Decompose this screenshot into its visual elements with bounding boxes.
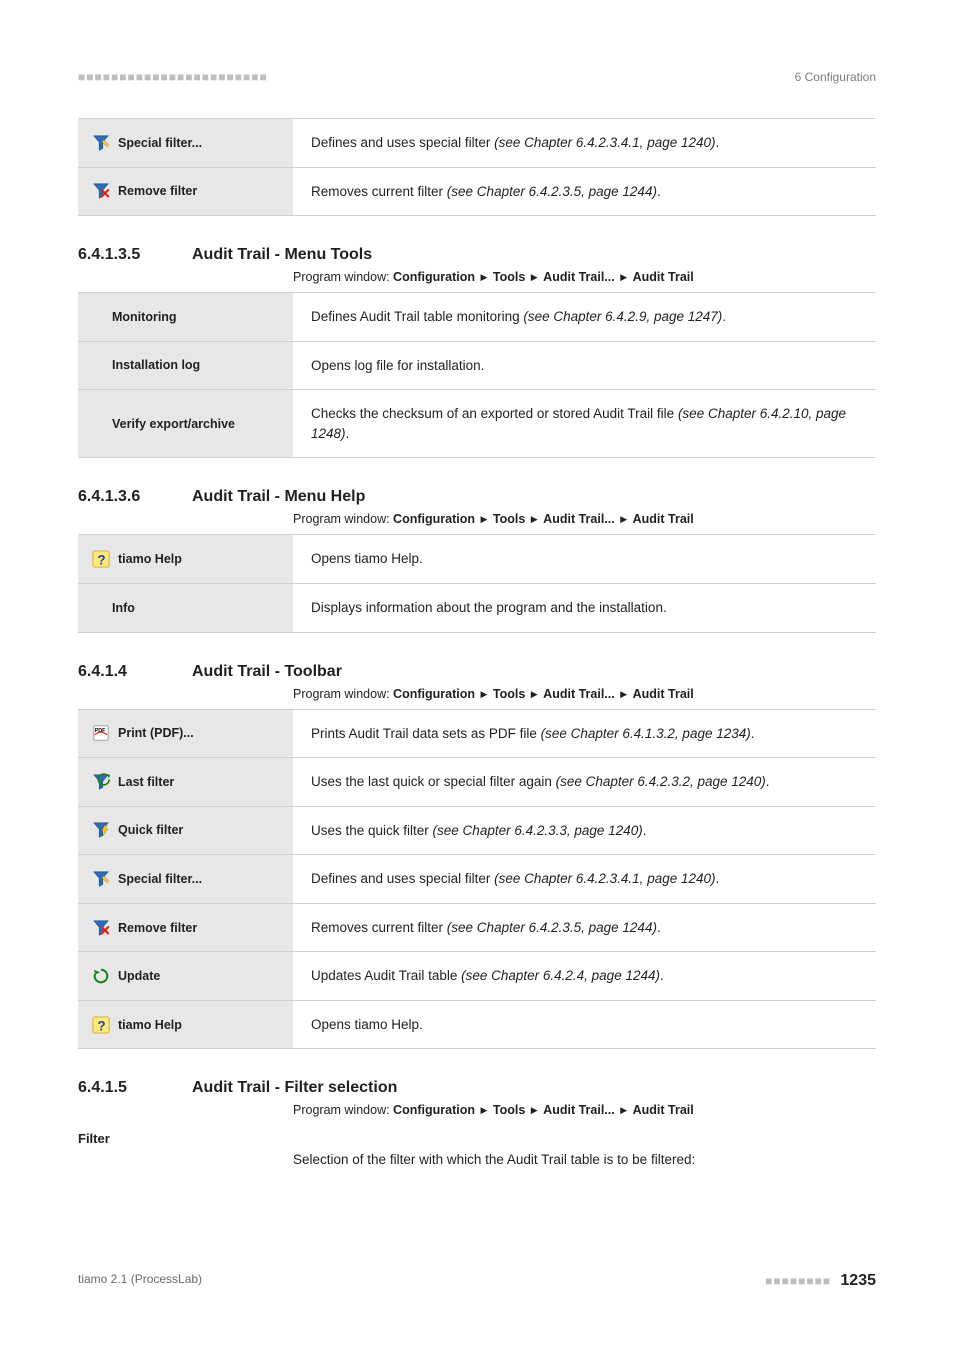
definition-table: Special filter... Defines and uses specia…	[78, 118, 876, 216]
row-label: Special filter...	[118, 872, 202, 886]
pdf-icon	[92, 724, 110, 742]
row-label: Update	[118, 969, 160, 983]
breadcrumb: Program window: Configuration ▶ Tools ▶ …	[78, 687, 876, 701]
breadcrumb: Program window: Configuration ▶ Tools ▶ …	[78, 512, 876, 526]
row-label: Remove filter	[118, 184, 197, 198]
row-label-cell: tiamo Help	[78, 535, 293, 583]
page-number: 1235	[840, 1272, 876, 1289]
table-row: Quick filter Uses the quick filter (see C…	[78, 806, 876, 855]
row-label-cell: Special filter...	[78, 119, 293, 167]
table-row: tiamo Help Opens tiamo Help.	[78, 1000, 876, 1050]
row-label: Verify export/archive	[112, 417, 235, 431]
table-row: Print (PDF)... Prints Audit Trail data se…	[78, 709, 876, 758]
section-number: 6.4.1.4	[78, 663, 164, 681]
funnel-x-icon	[92, 919, 110, 937]
help-icon	[92, 1016, 110, 1034]
section-title: Audit Trail - Filter selection	[192, 1079, 397, 1097]
row-label-cell: Print (PDF)...	[78, 710, 293, 758]
row-description: Uses the last quick or special filter ag…	[293, 758, 876, 806]
footer-product: tiamo 2.1 (ProcessLab)	[78, 1272, 202, 1290]
section-heading: 6.4.1.3.6 Audit Trail - Menu Help	[78, 488, 876, 506]
row-label: Quick filter	[118, 823, 183, 837]
breadcrumb: Program window: Configuration ▶ Tools ▶ …	[78, 1103, 876, 1117]
row-description: Checks the checksum of an exported or st…	[293, 390, 876, 457]
row-label: Special filter...	[118, 136, 202, 150]
body-text: Selection of the filter with which the A…	[78, 1152, 876, 1167]
row-description: Opens tiamo Help.	[293, 535, 876, 583]
row-description: Updates Audit Trail table (see Chapter 6…	[293, 952, 876, 1000]
row-label-cell: Update	[78, 952, 293, 1000]
row-description: Uses the quick filter (see Chapter 6.4.2…	[293, 807, 876, 855]
definition-table: Monitoring Defines Audit Trail table moni…	[78, 292, 876, 458]
section-heading: 6.4.1.5 Audit Trail - Filter selection	[78, 1079, 876, 1097]
section-number: 6.4.1.3.5	[78, 246, 164, 264]
table-row: Remove filter Removes current filter (see…	[78, 903, 876, 952]
section-heading: 6.4.1.4 Audit Trail - Toolbar	[78, 663, 876, 681]
table-row: Verify export/archive Checks the checksum…	[78, 389, 876, 458]
row-label-cell: Monitoring	[78, 293, 293, 341]
row-label: tiamo Help	[118, 1018, 182, 1032]
row-label: Monitoring	[112, 310, 177, 324]
breadcrumb: Program window: Configuration ▶ Tools ▶ …	[78, 270, 876, 284]
row-label: Info	[112, 601, 135, 615]
funnel-flash-icon	[92, 821, 110, 839]
table-row: Last filter Uses the last quick or specia…	[78, 757, 876, 806]
definition-table: tiamo Help Opens tiamo Help. Info Displays …	[78, 534, 876, 632]
row-description: Removes current filter (see Chapter 6.4.…	[293, 904, 876, 952]
page-header: ■■■■■■■■■■■■■■■■■■■■■■■ 6 Configuration	[78, 70, 876, 84]
funnel-x-icon	[92, 182, 110, 200]
row-description: Displays information about the program a…	[293, 584, 876, 632]
table-row: Special filter... Defines and uses specia…	[78, 118, 876, 167]
row-label-cell: Verify export/archive	[78, 390, 293, 457]
definition-table: Print (PDF)... Prints Audit Trail data se…	[78, 709, 876, 1050]
row-label-cell: Last filter	[78, 758, 293, 806]
row-label: Last filter	[118, 775, 174, 789]
funnel-back-icon	[92, 773, 110, 791]
table-row: Special filter... Defines and uses specia…	[78, 854, 876, 903]
row-description: Opens log file for installation.	[293, 342, 876, 390]
row-description: Defines Audit Trail table monitoring (se…	[293, 293, 876, 341]
row-label-cell: tiamo Help	[78, 1001, 293, 1049]
row-description: Opens tiamo Help.	[293, 1001, 876, 1049]
row-description: Defines and uses special filter (see Cha…	[293, 855, 876, 903]
row-label: Remove filter	[118, 921, 197, 935]
row-description: Removes current filter (see Chapter 6.4.…	[293, 168, 876, 216]
row-label: Print (PDF)...	[118, 726, 194, 740]
section-title: Audit Trail - Toolbar	[192, 663, 342, 681]
table-row: tiamo Help Opens tiamo Help.	[78, 534, 876, 583]
section-title: Audit Trail - Menu Tools	[192, 246, 372, 264]
table-row: Remove filter Removes current filter (see…	[78, 167, 876, 217]
field-label: Filter	[78, 1131, 876, 1146]
section-number: 6.4.1.5	[78, 1079, 164, 1097]
table-row: Installation log Opens log file for insta…	[78, 341, 876, 390]
row-label-cell: Info	[78, 584, 293, 632]
row-label: Installation log	[112, 358, 200, 372]
section-title: Audit Trail - Menu Help	[192, 488, 365, 506]
section-number: 6.4.1.3.6	[78, 488, 164, 506]
table-row: Info Displays information about the progr…	[78, 583, 876, 633]
funnel-edit-icon	[92, 870, 110, 888]
footer-dots: ■■■■■■■■	[765, 1274, 831, 1288]
row-label-cell: Special filter...	[78, 855, 293, 903]
page-footer: tiamo 2.1 (ProcessLab) ■■■■■■■■ 1235	[78, 1272, 876, 1290]
table-row: Monitoring Defines Audit Trail table moni…	[78, 292, 876, 341]
section-heading: 6.4.1.3.5 Audit Trail - Menu Tools	[78, 246, 876, 264]
help-icon	[92, 550, 110, 568]
header-chapter: 6 Configuration	[795, 70, 876, 84]
row-label-cell: Installation log	[78, 342, 293, 390]
row-label-cell: Remove filter	[78, 168, 293, 216]
row-label-cell: Remove filter	[78, 904, 293, 952]
row-description: Defines and uses special filter (see Cha…	[293, 119, 876, 167]
row-description: Prints Audit Trail data sets as PDF file…	[293, 710, 876, 758]
refresh-icon	[92, 967, 110, 985]
header-dots: ■■■■■■■■■■■■■■■■■■■■■■■	[78, 70, 268, 84]
table-row: Update Updates Audit Trail table (see Cha…	[78, 951, 876, 1000]
funnel-edit-icon	[92, 134, 110, 152]
row-label: tiamo Help	[118, 552, 182, 566]
row-label-cell: Quick filter	[78, 807, 293, 855]
